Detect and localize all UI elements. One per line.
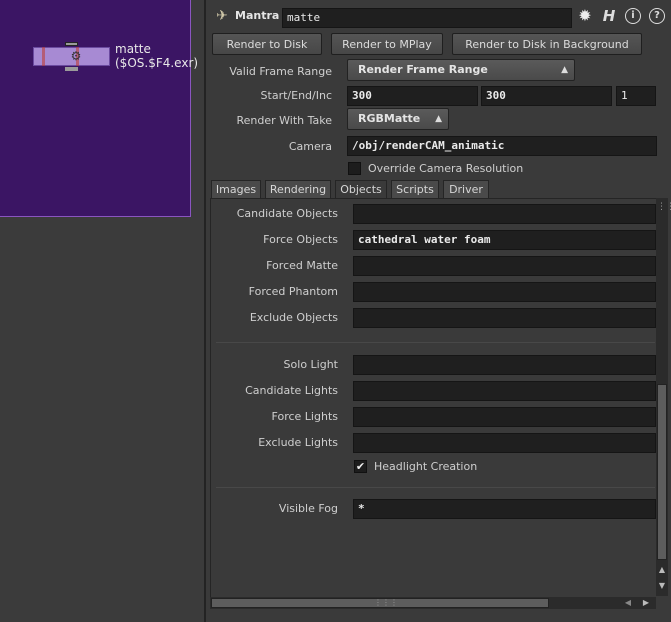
render-to-disk-button[interactable]: Render to Disk [212, 33, 322, 55]
start-end-inc-label: Start/End/Inc [260, 89, 332, 102]
valid-frame-range-value: Render Frame Range [358, 63, 488, 76]
houdini-help-icon[interactable]: H [601, 6, 617, 26]
override-resolution-label: Override Camera Resolution [368, 162, 524, 175]
override-resolution-checkbox[interactable] [348, 162, 361, 175]
section-separator [216, 342, 655, 343]
forced-matte-field[interactable] [353, 256, 656, 276]
render-to-mplay-button[interactable]: Render to MPlay [331, 33, 443, 55]
render-background-button[interactable]: Render to Disk in Background [452, 33, 642, 55]
scroll-down-arrow-icon[interactable]: ▼ [657, 580, 667, 592]
force-lights-label: Force Lights [271, 410, 338, 423]
solo-light-field[interactable] [353, 355, 656, 375]
tab-images[interactable]: Images [211, 180, 261, 199]
updown-arrow-icon: ▲ [561, 65, 568, 75]
inc-frame-field[interactable]: 1 [616, 86, 656, 106]
scroll-left-arrow-icon[interactable]: ◀ [622, 597, 634, 609]
node-label: matte ($OS.$F4.exr) [115, 42, 198, 70]
node-input-connector[interactable] [65, 42, 78, 46]
start-frame-field[interactable]: 300 [347, 86, 478, 106]
candidate-lights-field[interactable] [353, 381, 656, 401]
exclude-lights-label: Exclude Lights [258, 436, 338, 449]
scroll-up-arrow-icon[interactable]: ▲ [657, 564, 667, 576]
visible-fog-label: Visible Fog [278, 502, 338, 515]
network-background[interactable] [0, 0, 191, 217]
camera-path-field[interactable]: /obj/renderCAM_animatic [347, 136, 657, 156]
render-take-dropdown[interactable]: RGBMatte ▲ [347, 108, 449, 130]
scroll-track-top[interactable] [657, 216, 667, 384]
force-objects-label: Force Objects [263, 233, 338, 246]
vertical-scroll-thumb[interactable] [657, 384, 667, 560]
valid-frame-range-dropdown[interactable]: Render Frame Range ▲ [347, 59, 575, 81]
force-objects-field[interactable]: cathedral water foam [353, 230, 656, 250]
node-name-text: matte [115, 42, 151, 56]
render-take-value: RGBMatte [358, 112, 421, 125]
checkmark-icon: ✔ [355, 460, 366, 473]
gear-icon[interactable]: ✹ [576, 6, 594, 26]
exclude-objects-label: Exclude Objects [249, 311, 338, 324]
help-icon[interactable]: ? [649, 8, 665, 24]
end-frame-field[interactable]: 300 [481, 86, 612, 106]
hscroll-grip-icon: ⋮⋮⋮ [374, 598, 398, 607]
candidate-objects-label: Candidate Objects [236, 207, 338, 220]
section-separator [216, 487, 655, 488]
candidate-objects-field[interactable] [353, 204, 656, 224]
node-output-text: ($OS.$F4.exr) [115, 56, 199, 70]
forced-matte-label: Forced Matte [266, 259, 338, 272]
updown-arrow-icon: ▲ [435, 114, 442, 124]
mantra-node[interactable]: ⚙ [33, 42, 110, 71]
tab-objects[interactable]: Objects [335, 180, 387, 199]
headlight-checkbox[interactable]: ✔ [354, 460, 367, 473]
tab-driver[interactable]: Driver [443, 180, 489, 199]
visible-fog-field[interactable]: * [353, 499, 656, 519]
valid-frame-range-label: Valid Frame Range [229, 65, 332, 78]
camera-label: Camera [288, 140, 332, 153]
exclude-objects-field[interactable] [353, 308, 656, 328]
solo-light-label: Solo Light [283, 358, 338, 371]
mantra-node-icon: ⚙ [70, 49, 82, 63]
forced-phantom-label: Forced Phantom [248, 285, 338, 298]
node-type-label: Mantra [235, 9, 280, 22]
headlight-creation-label: Headlight Creation [374, 460, 478, 473]
node-flag-band [42, 47, 45, 66]
scroll-right-arrow-icon[interactable]: ▶ [640, 597, 652, 609]
node-output-connector[interactable] [65, 67, 78, 71]
tab-scripts[interactable]: Scripts [391, 180, 439, 199]
candidate-lights-label: Candidate Lights [245, 384, 338, 397]
exclude-lights-field[interactable] [353, 433, 656, 453]
tab-rendering[interactable]: Rendering [265, 180, 331, 199]
mantra-icon: ✈ [216, 8, 228, 24]
node-name-field[interactable]: matte [282, 8, 572, 28]
force-lights-field[interactable] [353, 407, 656, 427]
scroll-grip-icon[interactable]: ⋮⋮ [657, 200, 671, 214]
render-with-take-label: Render With Take [236, 114, 332, 127]
info-icon[interactable]: i [625, 8, 641, 24]
forced-phantom-field[interactable] [353, 282, 656, 302]
